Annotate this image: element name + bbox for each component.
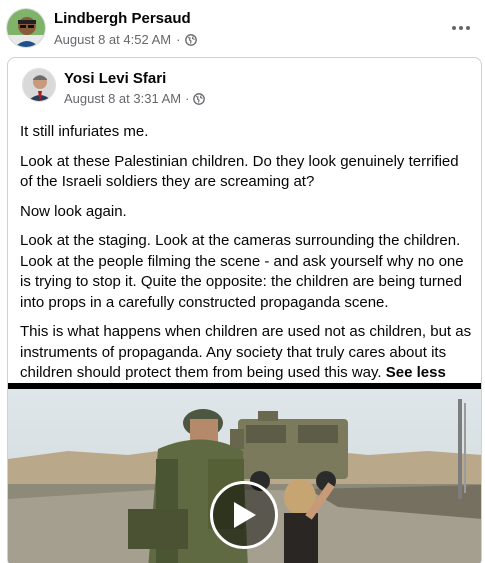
video-container[interactable]: [8, 383, 481, 563]
globe-icon: [193, 92, 206, 105]
shared-post-meta: August 8 at 3:31 AM ·: [64, 91, 206, 106]
shared-author-name[interactable]: Yosi Levi Sfari: [64, 70, 166, 87]
more-dots-icon[interactable]: [449, 18, 473, 38]
shared-post-header: Yosi Levi Sfari August 8 at 3:31 AM ·: [22, 68, 471, 108]
shared-author-avatar[interactable]: [22, 68, 56, 102]
see-less-link[interactable]: See less: [386, 364, 446, 381]
meta-separator: ·: [185, 91, 190, 106]
play-icon[interactable]: [210, 481, 278, 549]
post-paragraph: Look at the staging. Look at the cameras…: [20, 232, 464, 311]
post-timestamp[interactable]: August 8 at 4:52 AM: [54, 32, 171, 47]
author-name[interactable]: Lindbergh Persaud: [54, 10, 191, 27]
post-paragraph: Now look again.: [20, 202, 127, 220]
post-paragraph-last: This is what happens when children are u…: [20, 322, 475, 384]
post-body: It still infuriates me. Look at these Pa…: [20, 122, 475, 393]
shared-post-timestamp[interactable]: August 8 at 3:31 AM: [64, 91, 181, 106]
post-paragraph: It still infuriates me.: [20, 123, 149, 140]
post-paragraph: Look at these Palestinian children. Do t…: [20, 152, 459, 191]
globe-icon: [185, 33, 198, 46]
meta-separator: ·: [176, 32, 181, 47]
post-header: Lindbergh Persaud August 8 at 4:52 AM ·: [6, 8, 475, 52]
shared-post-card: Yosi Levi Sfari August 8 at 3:31 AM · It…: [7, 57, 482, 563]
author-avatar[interactable]: [6, 8, 46, 48]
post-container: Lindbergh Persaud August 8 at 4:52 AM ·: [0, 0, 485, 563]
post-meta: August 8 at 4:52 AM ·: [54, 32, 198, 47]
